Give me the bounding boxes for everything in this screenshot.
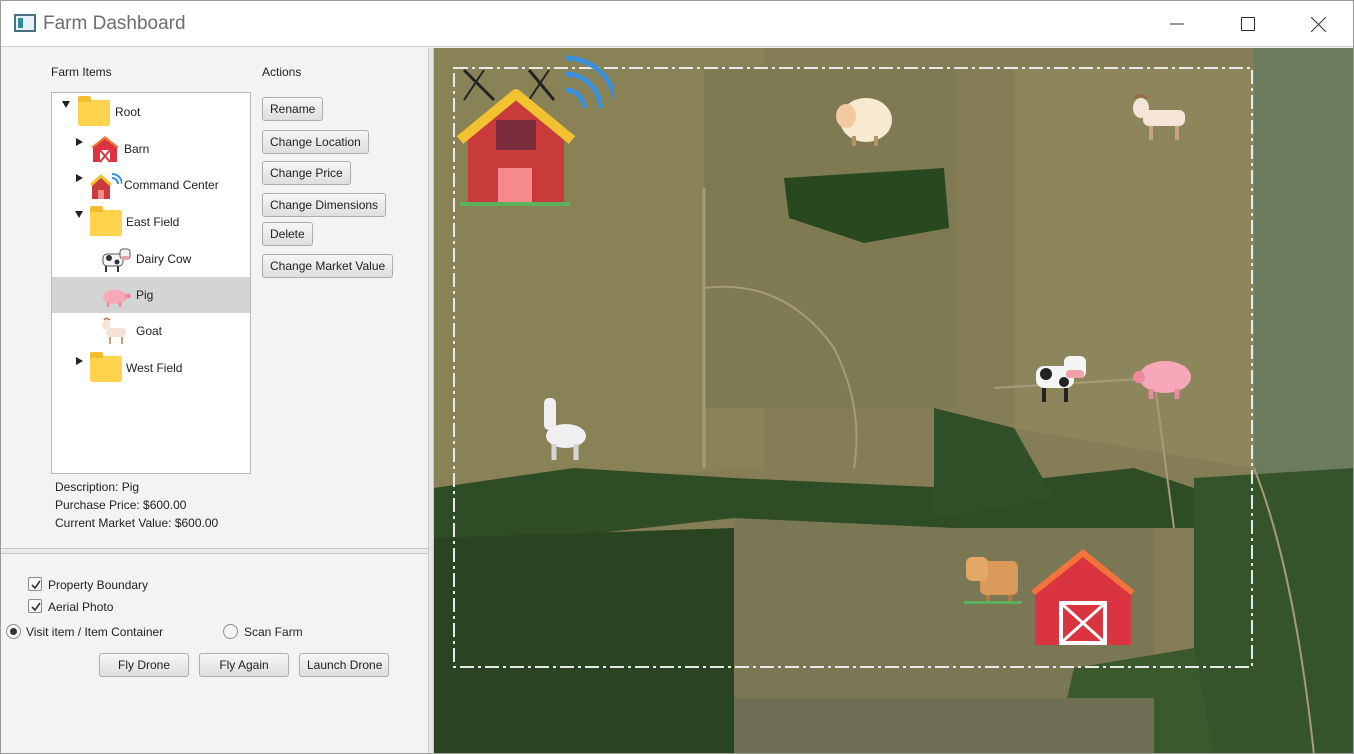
- collapse-arrow-icon[interactable]: [76, 357, 83, 365]
- actions-label: Actions: [262, 65, 302, 79]
- change-dimensions-button[interactable]: Change Dimensions: [262, 193, 387, 217]
- tree-item-label: Root: [115, 105, 141, 119]
- sheep-icon[interactable]: [832, 92, 896, 153]
- expand-arrow-icon[interactable]: [75, 211, 83, 218]
- checkmark-icon: [31, 602, 41, 612]
- cow-icon[interactable]: [1032, 350, 1092, 413]
- goat-icon[interactable]: [1129, 94, 1193, 149]
- property-boundary-checkbox[interactable]: [28, 577, 42, 591]
- app-icon: [14, 14, 36, 32]
- collapse-arrow-icon[interactable]: [76, 138, 83, 146]
- llama-icon[interactable]: [536, 396, 592, 467]
- command-center-icon[interactable]: [454, 50, 619, 215]
- ox-icon[interactable]: [964, 553, 1024, 610]
- visit-item-radio[interactable]: [6, 624, 21, 639]
- aerial-photo-label: Aerial Photo: [48, 600, 114, 614]
- tree-item-root[interactable]: Root: [52, 94, 250, 130]
- command-center-icon: [89, 170, 123, 200]
- close-button[interactable]: [1283, 1, 1353, 47]
- minimize-button[interactable]: [1142, 1, 1212, 47]
- panel-splitter[interactable]: [1, 548, 428, 554]
- close-icon: [1311, 17, 1326, 32]
- cow-icon: [100, 244, 132, 274]
- folder-icon: [78, 96, 110, 126]
- tree-item-label: Pig: [136, 288, 154, 302]
- change-location-button[interactable]: Change Location: [262, 130, 369, 154]
- farm-items-label: Farm Items: [51, 65, 112, 79]
- visit-item-label: Visit item / Item Container: [26, 625, 164, 639]
- tree-item-pig[interactable]: Pig: [52, 277, 250, 313]
- tree-item-label: Dairy Cow: [136, 252, 192, 266]
- goat-icon: [100, 316, 132, 346]
- tree-item-dairy-cow[interactable]: Dairy Cow: [52, 241, 250, 277]
- tree-item-label: West Field: [126, 361, 183, 375]
- farm-items-tree[interactable]: Root Barn Command Center East Field Dair…: [51, 92, 251, 474]
- minimize-icon: [1170, 23, 1184, 25]
- tree-item-label: Goat: [136, 324, 163, 338]
- fly-drone-button[interactable]: Fly Drone: [99, 653, 189, 677]
- aerial-photo-checkbox[interactable]: [28, 599, 42, 613]
- left-panel: Farm Items Actions Root Barn Command Cen…: [1, 48, 430, 753]
- change-price-button[interactable]: Change Price: [262, 161, 351, 185]
- scan-farm-radio[interactable]: [223, 624, 238, 639]
- rename-button[interactable]: Rename: [262, 97, 324, 121]
- expand-arrow-icon[interactable]: [62, 101, 70, 108]
- delete-button[interactable]: Delete: [262, 222, 313, 246]
- tree-item-goat[interactable]: Goat: [52, 313, 250, 349]
- pig-icon: [100, 280, 132, 310]
- folder-icon: [90, 206, 122, 236]
- maximize-icon: [1241, 17, 1255, 31]
- scan-farm-label: Scan Farm: [244, 625, 303, 639]
- item-purchase-price: Purchase Price: $600.00: [55, 498, 187, 512]
- tree-item-label: Barn: [124, 142, 150, 156]
- pig-icon[interactable]: [1131, 355, 1195, 406]
- tree-item-west-field[interactable]: West Field: [52, 350, 250, 386]
- property-boundary-label: Property Boundary: [48, 578, 149, 592]
- change-market-value-button[interactable]: Change Market Value: [262, 254, 394, 278]
- tree-item-barn[interactable]: Barn: [52, 131, 250, 167]
- title-bar: Farm Dashboard: [1, 1, 1353, 47]
- checkmark-icon: [31, 580, 41, 590]
- tree-item-east-field[interactable]: East Field: [52, 204, 250, 240]
- item-description: Description: Pig: [55, 480, 140, 494]
- tree-item-label: East Field: [126, 215, 180, 229]
- app-window: Farm Dashboard Farm Items Actions Root B…: [0, 0, 1354, 754]
- collapse-arrow-icon[interactable]: [76, 174, 83, 182]
- fly-again-button[interactable]: Fly Again: [199, 653, 289, 677]
- item-market-value: Current Market Value: $600.00: [55, 516, 219, 530]
- window-title: Farm Dashboard: [43, 13, 186, 34]
- farm-map[interactable]: [434, 48, 1353, 753]
- launch-drone-button[interactable]: Launch Drone: [299, 653, 389, 677]
- maximize-button[interactable]: [1213, 1, 1283, 47]
- barn-icon: [90, 134, 122, 164]
- barn-icon[interactable]: [1031, 545, 1135, 654]
- folder-icon: [90, 352, 122, 382]
- tree-item-command-center[interactable]: Command Center: [52, 167, 250, 203]
- tree-item-label: Command Center: [124, 178, 219, 192]
